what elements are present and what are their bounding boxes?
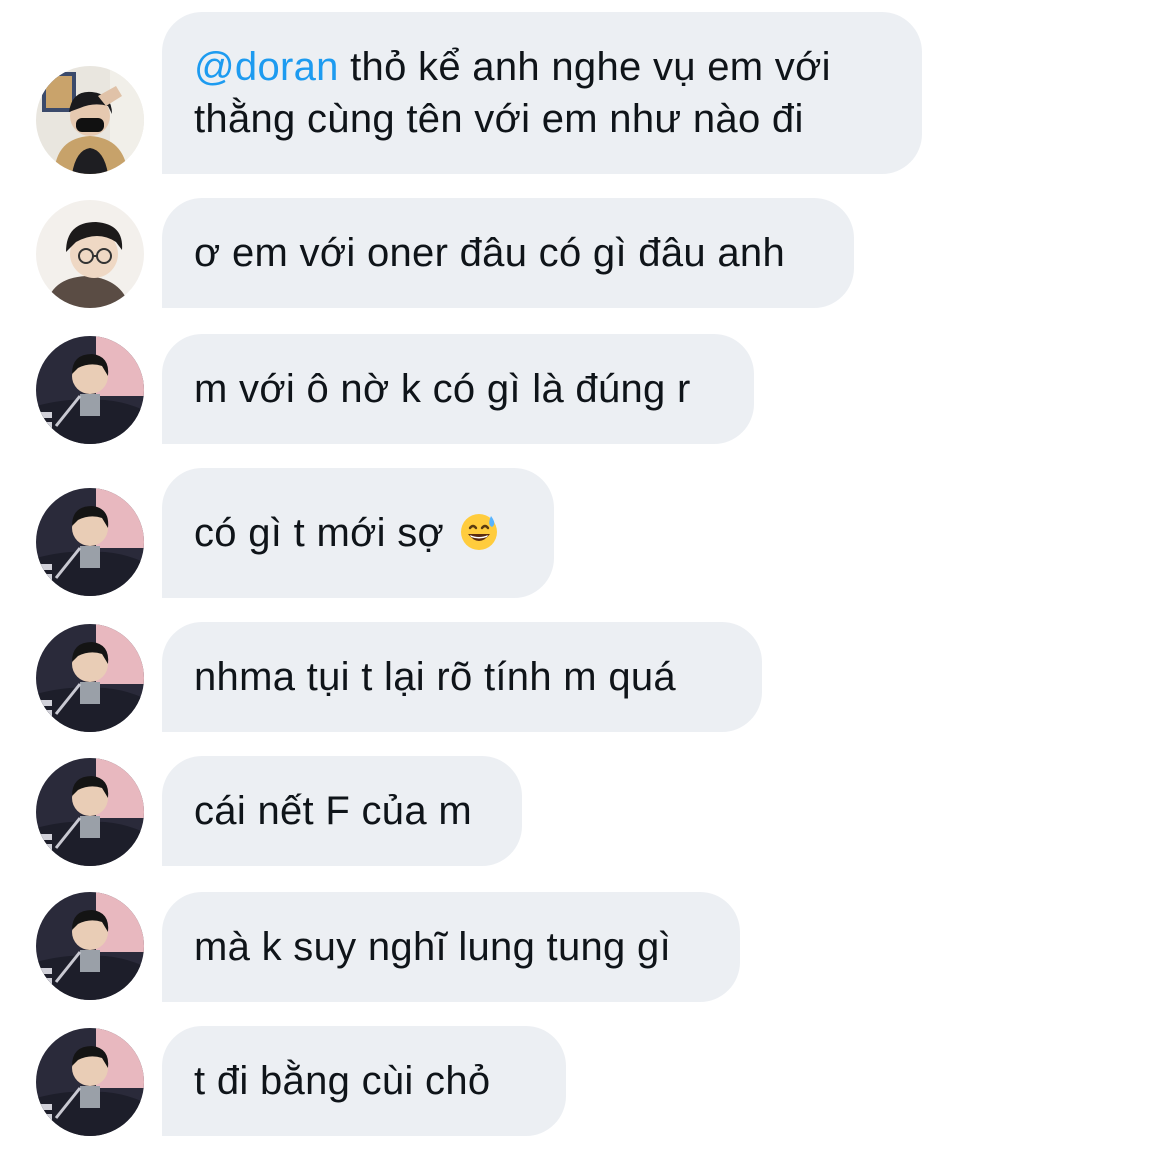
message-text: thằng cùng tên với em như nào đi bbox=[194, 97, 804, 141]
message-text: ơ em với oner đâu có gì đâu anh bbox=[194, 231, 785, 275]
message-bubble[interactable]: nhma tụi t lại rõ tính m quá bbox=[162, 622, 762, 732]
message-bubble[interactable]: mà k suy nghĩ lung tung gì bbox=[162, 892, 740, 1002]
avatar[interactable] bbox=[36, 488, 144, 596]
message-text: t đi bằng cùi chỏ bbox=[194, 1059, 491, 1103]
message-bubble[interactable]: m với ô nờ k có gì là đúng r bbox=[162, 334, 754, 444]
avatar[interactable] bbox=[36, 758, 144, 866]
message-text: có gì t mới sợ bbox=[194, 507, 522, 559]
message-bubble[interactable]: ơ em với oner đâu có gì đâu anh bbox=[162, 198, 854, 308]
avatar[interactable] bbox=[36, 336, 144, 444]
message-text: m với ô nờ k có gì là đúng r bbox=[194, 367, 691, 411]
message-text: nhma tụi t lại rõ tính m quá bbox=[194, 655, 676, 699]
avatar[interactable] bbox=[36, 624, 144, 732]
message-bubble[interactable]: có gì t mới sợ bbox=[162, 468, 554, 598]
avatar[interactable] bbox=[36, 200, 144, 308]
message-text-segment: có gì t mới sợ bbox=[194, 511, 445, 555]
dm-thread: @doran thỏ kể anh nghe vụ em với thằng c… bbox=[0, 0, 1170, 1149]
grinning-face-with-sweat-icon bbox=[459, 512, 499, 552]
message-text: cái nết F của m bbox=[194, 789, 472, 833]
mention-link[interactable]: @doran bbox=[194, 45, 339, 89]
avatar[interactable] bbox=[36, 66, 144, 174]
message-text: mà k suy nghĩ lung tung gì bbox=[194, 925, 671, 969]
message-text: @doran thỏ kể anh nghe vụ em với bbox=[194, 41, 890, 93]
message-bubble[interactable]: @doran thỏ kể anh nghe vụ em với thằng c… bbox=[162, 12, 922, 174]
message-bubble[interactable]: cái nết F của m bbox=[162, 756, 522, 866]
message-bubble[interactable]: t đi bằng cùi chỏ bbox=[162, 1026, 566, 1136]
avatar[interactable] bbox=[36, 1028, 144, 1136]
message-text-segment: thỏ kể anh nghe vụ em với bbox=[338, 45, 831, 89]
avatar[interactable] bbox=[36, 892, 144, 1000]
